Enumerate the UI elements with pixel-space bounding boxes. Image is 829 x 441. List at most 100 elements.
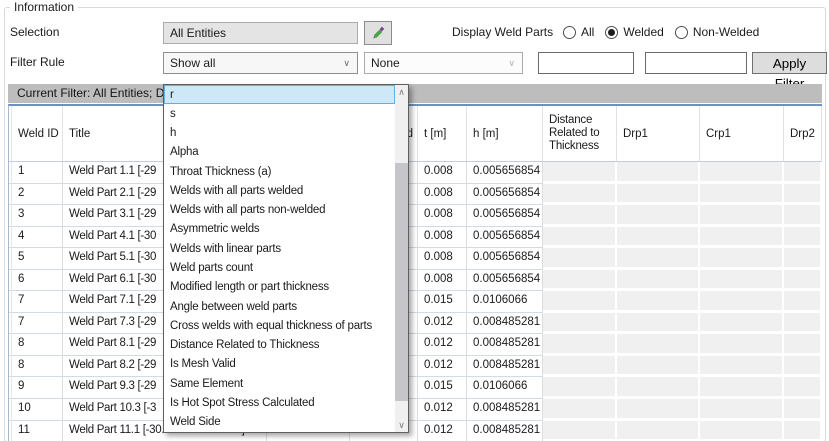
dropdown-item[interactable]: Welds with linear parts — [164, 239, 395, 258]
cell-distance-related-to-thickness[interactable] — [543, 291, 617, 313]
cell-weld-id[interactable]: 1 — [12, 162, 63, 184]
cell-drp2[interactable] — [784, 270, 822, 292]
column-header-t-m[interactable]: t [m] — [418, 106, 467, 161]
cell-drp1[interactable] — [617, 356, 700, 378]
cell-weld-id[interactable]: 4 — [12, 227, 63, 249]
cell-drp2[interactable] — [784, 356, 822, 378]
filter-value-input-1[interactable] — [538, 52, 634, 74]
table-row[interactable]: 5Weld Part 5.1 [-300.0080.005656854 — [9, 248, 822, 270]
cell-drp1[interactable] — [617, 227, 700, 249]
cell-weld-id[interactable]: 2 — [12, 184, 63, 206]
cell-drp2[interactable] — [784, 377, 822, 399]
cell-distance-related-to-thickness[interactable] — [543, 334, 617, 356]
cell-t-m[interactable]: 0.008 — [418, 227, 467, 249]
dropdown-item[interactable]: r — [164, 85, 395, 104]
cell-h-m[interactable]: 0.0106066 — [467, 377, 543, 399]
cell-distance-related-to-thickness[interactable] — [543, 356, 617, 378]
column-header-h-m[interactable]: h [m] — [467, 106, 543, 161]
cell-crp1[interactable] — [700, 248, 784, 270]
cell-h-m[interactable]: 0.008485281 — [467, 334, 543, 356]
dropdown-item[interactable]: Same Element — [164, 374, 395, 393]
cell-drp1[interactable] — [617, 377, 700, 399]
table-row[interactable]: 6Weld Part 6.1 [-300.0080.005656854 — [9, 270, 822, 292]
cell-crp1[interactable] — [700, 205, 784, 227]
cell-drp1[interactable] — [617, 334, 700, 356]
cell-drp1[interactable] — [617, 162, 700, 184]
table-row[interactable]: 11Weld Part 11.1 [-30.61: 11.83: 12.09]0… — [9, 421, 822, 441]
table-row[interactable]: 1Weld Part 1.1 [-290.0080.005656854 — [9, 162, 822, 184]
edit-selection-button[interactable] — [364, 21, 392, 45]
dropdown-item[interactable]: Weld parts count — [164, 258, 395, 277]
cell-h-m[interactable]: 0.005656854 — [467, 270, 543, 292]
radio-button[interactable] — [605, 26, 618, 39]
cell-drp1[interactable] — [617, 184, 700, 206]
scroll-down-button[interactable]: ∨ — [395, 418, 408, 432]
column-header-crp1[interactable]: Crp1 — [700, 106, 784, 161]
table-row[interactable]: 10Weld Part 10.3 [-30.0120.008485281 — [9, 399, 822, 421]
cell-weld-id[interactable]: 3 — [12, 205, 63, 227]
dropdown-scrollbar[interactable]: ∧ ∨ — [395, 85, 408, 432]
cell-crp1[interactable] — [700, 399, 784, 421]
cell-crp1[interactable] — [700, 162, 784, 184]
dropdown-item[interactable]: Welds with all parts welded — [164, 181, 395, 200]
cell-drp1[interactable] — [617, 313, 700, 335]
cell-t-m[interactable]: 0.012 — [418, 334, 467, 356]
dropdown-item[interactable]: Throat Thickness (a) — [164, 162, 395, 181]
cell-distance-related-to-thickness[interactable] — [543, 313, 617, 335]
cell-drp2[interactable] — [784, 205, 822, 227]
apply-filter-button[interactable]: Apply Filter — [752, 52, 827, 74]
filter-value-input-2[interactable] — [645, 52, 747, 74]
cell-crp1[interactable] — [700, 313, 784, 335]
table-row[interactable]: 2Weld Part 2.1 [-290.0080.005656854 — [9, 184, 822, 206]
dropdown-item[interactable]: Modified length or part thickness — [164, 278, 395, 297]
cell-drp2[interactable] — [784, 248, 822, 270]
cell-weld-id[interactable]: 6 — [12, 270, 63, 292]
dropdown-item[interactable]: Is Hot Spot Stress Calculated — [164, 393, 395, 412]
column-header-distance-related-to-thickness[interactable]: Distance Related to Thickness — [543, 106, 617, 161]
cell-weld-id[interactable]: 11 — [12, 421, 63, 441]
column-header-weld-id[interactable]: Weld ID — [12, 106, 63, 161]
radio-button[interactable] — [563, 26, 576, 39]
cell-t-m[interactable]: 0.008 — [418, 248, 467, 270]
cell-distance-related-to-thickness[interactable] — [543, 399, 617, 421]
radio-option-welded[interactable]: Welded — [605, 25, 663, 39]
table-row[interactable]: 8Weld Part 8.1 [-290.0120.008485281 — [9, 334, 822, 356]
dropdown-item[interactable]: Is Mesh Valid — [164, 355, 395, 374]
cell-drp2[interactable] — [784, 227, 822, 249]
cell-crp1[interactable] — [700, 334, 784, 356]
table-row[interactable]: 8Weld Part 8.2 [-290.0120.008485281 — [9, 356, 822, 378]
table-row[interactable]: 3Weld Part 3.1 [-290.0080.005656854 — [9, 205, 822, 227]
dropdown-item[interactable]: Weld Side — [164, 413, 395, 432]
cell-t-m[interactable]: 0.015 — [418, 377, 467, 399]
cell-t-m[interactable]: 0.008 — [418, 270, 467, 292]
cell-h-m[interactable]: 0.0106066 — [467, 291, 543, 313]
cell-drp1[interactable] — [617, 270, 700, 292]
cell-h-m[interactable]: 0.005656854 — [467, 205, 543, 227]
filter-operator-combo[interactable]: None ∨ — [364, 52, 523, 74]
radio-option-non-welded[interactable]: Non-Welded — [675, 25, 759, 39]
cell-h-m[interactable]: 0.008485281 — [467, 421, 543, 441]
cell-distance-related-to-thickness[interactable] — [543, 421, 617, 441]
cell-distance-related-to-thickness[interactable] — [543, 205, 617, 227]
scrollbar-thumb[interactable] — [395, 163, 408, 401]
cell-drp2[interactable] — [784, 421, 822, 441]
cell-t-m[interactable]: 0.015 — [418, 291, 467, 313]
dropdown-item[interactable]: Welds with all parts non-welded — [164, 201, 395, 220]
cell-weld-id[interactable]: 9 — [12, 377, 63, 399]
cell-t-m[interactable]: 0.008 — [418, 184, 467, 206]
cell-drp2[interactable] — [784, 291, 822, 313]
cell-t-m[interactable]: 0.012 — [418, 421, 467, 441]
cell-t-m[interactable]: 0.012 — [418, 399, 467, 421]
cell-h-m[interactable]: 0.008485281 — [467, 313, 543, 335]
cell-drp2[interactable] — [784, 313, 822, 335]
cell-h-m[interactable]: 0.008485281 — [467, 399, 543, 421]
table-row[interactable]: 9Weld Part 9.3 [-290.0150.0106066 — [9, 377, 822, 399]
cell-crp1[interactable] — [700, 291, 784, 313]
dropdown-item[interactable]: Alpha — [164, 143, 395, 162]
cell-drp2[interactable] — [784, 334, 822, 356]
cell-drp1[interactable] — [617, 421, 700, 441]
cell-distance-related-to-thickness[interactable] — [543, 270, 617, 292]
cell-weld-id[interactable]: 7 — [12, 291, 63, 313]
dropdown-item[interactable]: Angle between weld parts — [164, 297, 395, 316]
cell-t-m[interactable]: 0.008 — [418, 205, 467, 227]
